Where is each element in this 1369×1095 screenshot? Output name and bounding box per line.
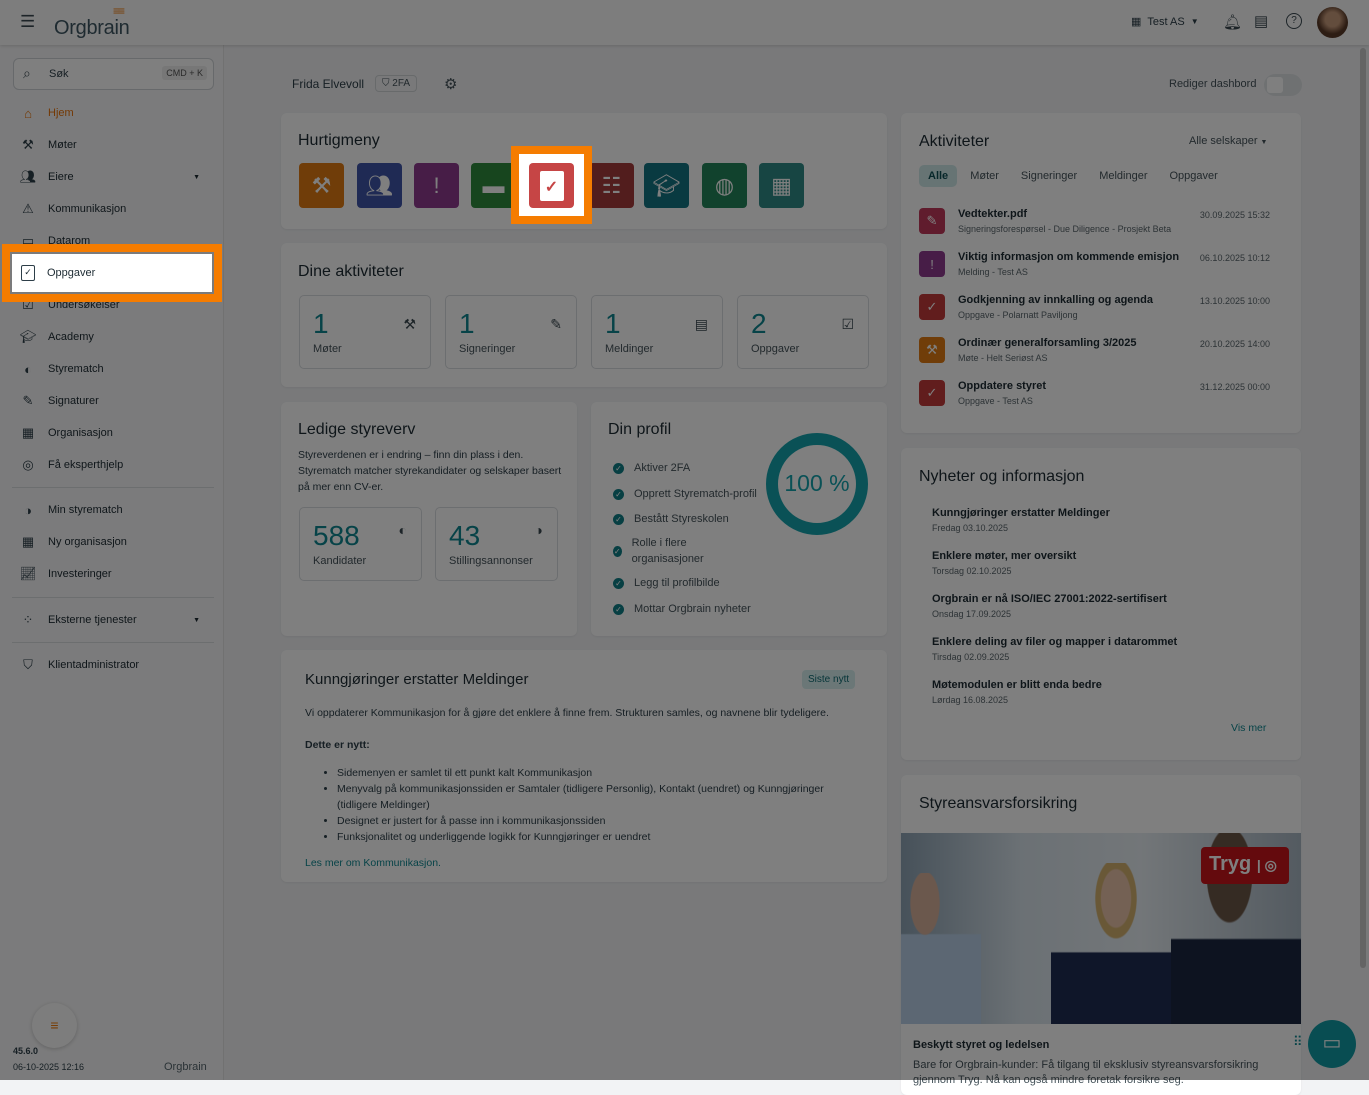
quickmenu-tasks-icon[interactable]: ✓ — [529, 163, 574, 208]
task-check-icon: ✓ — [539, 170, 564, 201]
sidebar-item-oppgaver[interactable]: ✓ Oppgaver — [12, 254, 212, 292]
task-icon: ✓ — [21, 265, 35, 281]
tour-overlay — [0, 0, 1369, 1080]
